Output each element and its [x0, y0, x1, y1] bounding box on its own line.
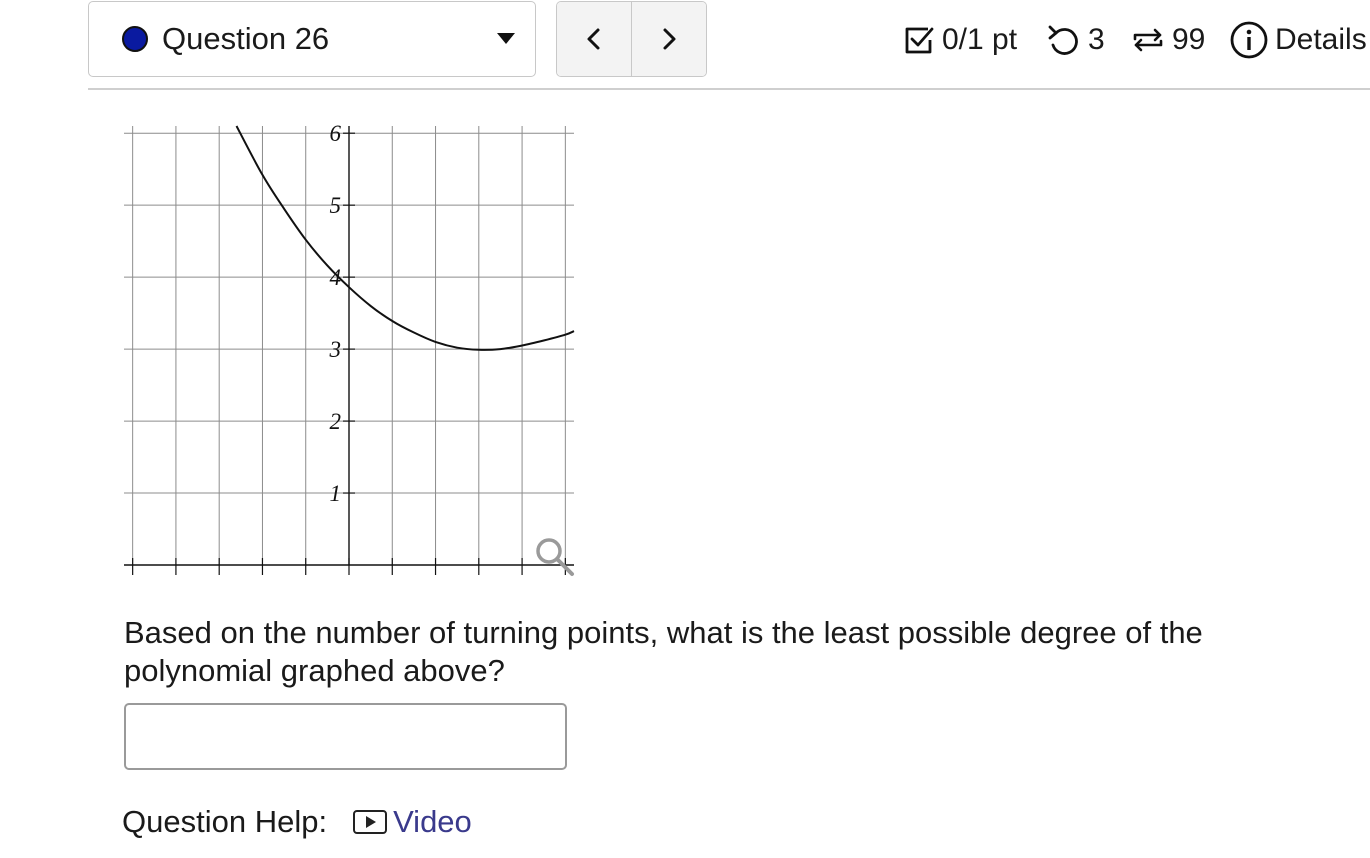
details-button[interactable]: Details	[1229, 20, 1367, 60]
y-tick-label: 6	[330, 121, 342, 146]
header-divider	[88, 88, 1370, 90]
question-status-dot	[122, 26, 148, 52]
video-icon	[353, 810, 388, 834]
next-question-button[interactable]	[631, 2, 706, 76]
details-label: Details	[1275, 23, 1367, 56]
y-tick-label: 2	[330, 409, 342, 434]
chevron-left-icon	[587, 28, 600, 50]
retry-icon	[1048, 25, 1078, 55]
score-indicator: 0/1 pt	[902, 20, 1017, 60]
retries-indicator: 3	[1046, 20, 1105, 60]
y-tick-label: 1	[330, 481, 342, 506]
graph-tick-labels: 123456	[329, 121, 342, 506]
checkbox-icon	[905, 27, 934, 54]
previous-question-button[interactable]	[557, 2, 631, 76]
y-tick-label: 5	[330, 193, 342, 218]
video-help-link[interactable]: Video	[353, 804, 472, 840]
question-selector[interactable]: Question 26	[88, 1, 536, 77]
video-help-label: Video	[393, 804, 472, 839]
answer-input[interactable]	[124, 703, 567, 770]
attempts-indicator: 99	[1130, 20, 1205, 60]
question-help: Question Help: Video	[122, 802, 472, 842]
chevron-right-icon	[663, 28, 676, 50]
score-text: 0/1 pt	[942, 23, 1018, 56]
polynomial-curve	[235, 125, 575, 351]
question-help-label: Question Help:	[122, 804, 328, 839]
retries-count: 3	[1088, 23, 1105, 56]
y-tick-label: 3	[329, 337, 342, 362]
caret-down-icon	[497, 33, 515, 44]
question-nav	[556, 1, 707, 77]
repeat-icon	[1133, 28, 1163, 52]
graph-curve	[235, 125, 575, 351]
question-text: Based on the number of turning points, w…	[124, 615, 1203, 688]
attempts-count: 99	[1172, 23, 1206, 56]
zoom-magnifier-icon[interactable]	[536, 538, 574, 576]
info-icon	[1230, 21, 1268, 59]
polynomial-graph: 123456	[124, 121, 575, 576]
graph-grid	[124, 126, 574, 566]
question-label: Question 26	[162, 21, 330, 56]
